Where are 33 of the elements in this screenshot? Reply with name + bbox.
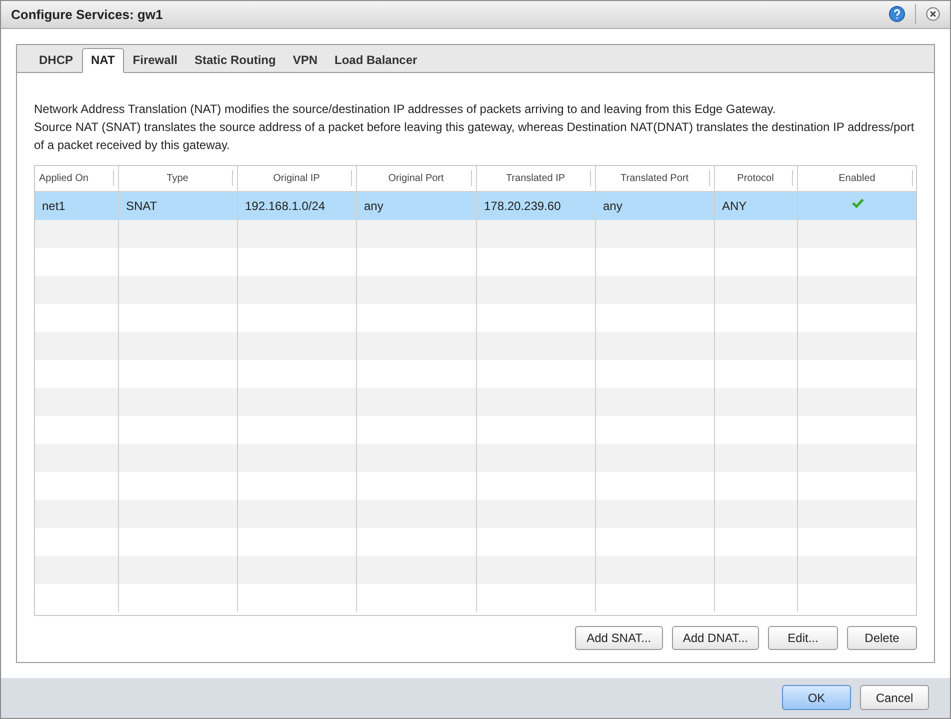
table-cell-text: SNAT: [126, 198, 158, 215]
table-cell-text: 192.168.1.0/24: [245, 198, 326, 215]
table-cell-text: any: [603, 198, 622, 215]
tab[interactable]: VPN: [284, 48, 326, 72]
column-header[interactable]: Translated IP: [481, 170, 590, 186]
tab[interactable]: Firewall: [124, 48, 186, 72]
column-header[interactable]: Enabled: [802, 170, 912, 186]
tab[interactable]: NAT: [82, 48, 124, 73]
column-header[interactable]: Translated Port: [600, 170, 709, 186]
column-header[interactable]: Protocol: [719, 170, 792, 186]
description-text: Network Address Translation (NAT) modifies the source/destination IP addresses of packets arriving to and leaving from this Edge Gateway.: [34, 100, 777, 118]
ok-button[interactable]: OK: [782, 685, 851, 710]
tab[interactable]: Load Balancer: [326, 48, 426, 72]
table-action-button[interactable]: Add SNAT...: [574, 626, 663, 650]
close-icon[interactable]: [926, 7, 940, 22]
table-action-button[interactable]: Add DNAT...: [672, 626, 759, 650]
description-text: Source NAT (SNAT) translates the source address of a packet before leaving this gateway, whereas Destination NAT(DNAT) translates the destination IP address/port of a packet received by this gateway.: [34, 118, 916, 154]
table-action-button[interactable]: Edit...: [768, 626, 838, 650]
table-cell-text: ANY: [722, 198, 747, 215]
tab[interactable]: DHCP: [31, 48, 82, 72]
column-header[interactable]: Applied On: [39, 170, 113, 186]
column-header[interactable]: Original Port: [361, 170, 471, 186]
table-action-button[interactable]: Delete: [847, 626, 917, 650]
table-cell-text: 178.20.239.60: [484, 198, 561, 215]
help-icon[interactable]: [889, 6, 905, 22]
column-header[interactable]: Type: [123, 170, 232, 186]
cancel-button[interactable]: Cancel: [860, 685, 929, 710]
table-cell-text: any: [364, 198, 384, 215]
column-header[interactable]: Original IP: [242, 170, 351, 186]
window-title: Configure Services: gw1: [11, 6, 164, 24]
tab[interactable]: Static Routing: [186, 48, 284, 72]
table-row[interactable]: net1 SNAT 192.168.1.0/24 any 178.20.239.60 any ANY: [35, 192, 916, 220]
table-cell-text: net1: [42, 198, 66, 215]
